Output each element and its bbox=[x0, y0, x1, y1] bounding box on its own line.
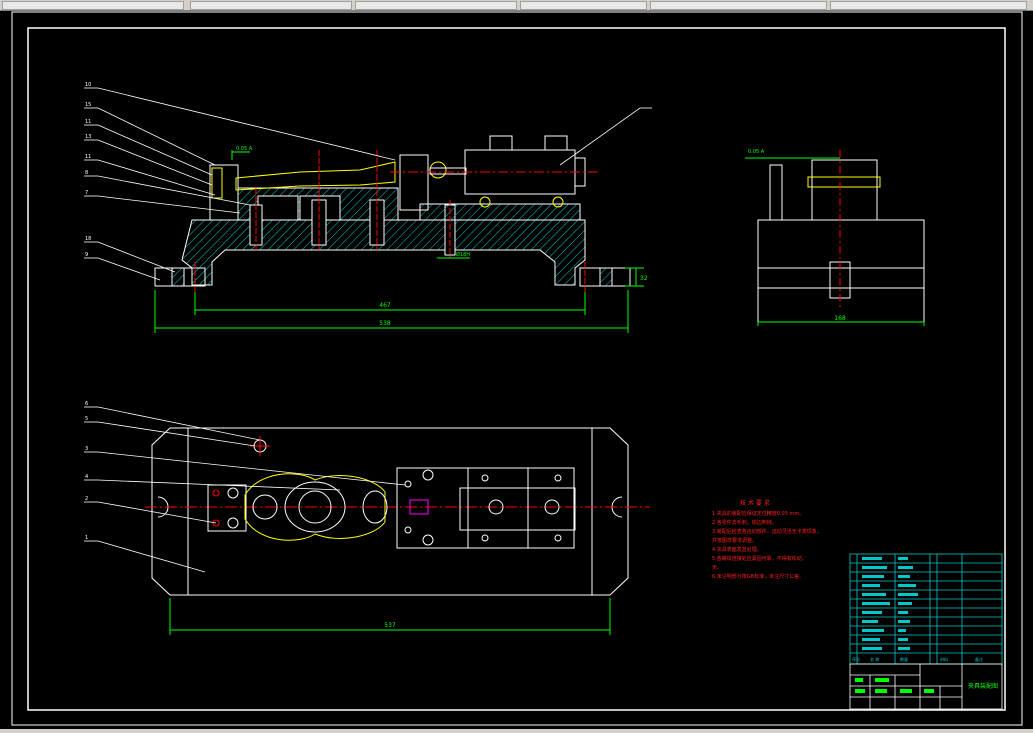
top-dim-overall-text: 537 bbox=[384, 622, 396, 629]
svg-text:8: 8 bbox=[85, 170, 88, 176]
svg-text:数量: 数量 bbox=[900, 656, 908, 662]
svg-text:7: 7 bbox=[85, 190, 88, 196]
top-base-outline bbox=[151, 427, 629, 596]
top-leaders bbox=[84, 406, 406, 573]
svg-text:序号: 序号 bbox=[852, 656, 860, 662]
top-view[interactable]: 537 6 5 3 4 2 1 bbox=[84, 401, 650, 635]
side-dim-width-text: 168 bbox=[834, 315, 846, 322]
toolbar-tab-5[interactable] bbox=[650, 1, 827, 10]
dim-height-text: 32 bbox=[640, 275, 648, 282]
tech-req-line: 并按图样要求调整。 bbox=[712, 537, 757, 544]
tech-req-line: 2.各零件去毛刺，锐边倒钝。 bbox=[712, 519, 777, 526]
svg-text:5: 5 bbox=[85, 416, 88, 422]
parts-list-header: 序号 名 称 数量 材料 备注 bbox=[852, 656, 983, 662]
svg-text:4: 4 bbox=[85, 474, 88, 480]
tech-req-line: 无。 bbox=[712, 565, 722, 571]
svg-text:9: 9 bbox=[85, 252, 88, 258]
svg-text:备注: 备注 bbox=[975, 656, 983, 662]
workpiece-connecting-rod bbox=[235, 161, 396, 191]
drawing-name: 夹具装配图 bbox=[968, 682, 998, 690]
tech-req-line: 5.各螺纹连接处应紧固可靠，不得有松动， bbox=[712, 555, 807, 562]
svg-text:材料: 材料 bbox=[940, 656, 948, 662]
svg-text:15: 15 bbox=[85, 102, 91, 108]
tech-req-line: 1.夹具的装配应保证定位精度0.05 mm。 bbox=[712, 510, 804, 517]
toolbar-tab-3[interactable] bbox=[355, 1, 517, 10]
status-bar bbox=[0, 729, 1033, 733]
title-block-fills bbox=[855, 678, 934, 693]
tech-requirements: 技 术 要 求 1.夹具的装配应保证定位精度0.05 mm。 2.各零件去毛刺，… bbox=[712, 499, 822, 580]
svg-text:3: 3 bbox=[85, 446, 88, 452]
toolbar-tab-6[interactable] bbox=[830, 1, 1027, 10]
svg-text:6: 6 bbox=[85, 401, 88, 407]
top-cylinder-mount bbox=[396, 467, 575, 549]
toolbar-tab-2[interactable] bbox=[190, 1, 352, 10]
tech-req-line: 4.夹具表面发蓝处理。 bbox=[712, 546, 762, 553]
front-view[interactable]: 467 538 32 0.05 A Ø18H 10 15 11 13 11 8 … bbox=[84, 82, 652, 333]
svg-text:10: 10 bbox=[85, 82, 91, 88]
cad-drawing-canvas[interactable]: 467 538 32 0.05 A Ø18H 10 15 11 13 11 8 … bbox=[0, 10, 1033, 729]
svg-text:13: 13 bbox=[85, 134, 91, 140]
dim-inner-text: 467 bbox=[379, 302, 391, 309]
parts-list-fills bbox=[862, 557, 918, 650]
front-note-bottom: Ø18H bbox=[456, 251, 470, 258]
svg-text:1: 1 bbox=[85, 535, 88, 541]
svg-text:名 称: 名 称 bbox=[870, 656, 879, 662]
svg-text:18: 18 bbox=[85, 236, 91, 242]
svg-text:2: 2 bbox=[85, 496, 88, 502]
svg-text:11: 11 bbox=[85, 154, 91, 160]
side-view[interactable]: 168 0.05 A bbox=[745, 149, 925, 326]
tech-req-line: 6.未注明部分按GB标准，未注尺寸公差。 bbox=[712, 573, 804, 580]
dim-overall-text: 538 bbox=[379, 320, 391, 327]
left-support-block bbox=[209, 164, 239, 221]
sheet-outer-border bbox=[11, 11, 1023, 726]
toolbar-tab-4[interactable] bbox=[520, 1, 647, 10]
svg-text:11: 11 bbox=[85, 119, 91, 125]
side-note-top: 0.05 A bbox=[748, 149, 765, 155]
tech-req-line: 3.装配后检查各运动部件，运动灵活无卡滞现象， bbox=[712, 528, 822, 535]
side-base bbox=[757, 219, 925, 323]
toolbar-tab-1[interactable] bbox=[2, 1, 184, 10]
front-note-top: 0.05 A bbox=[236, 146, 253, 152]
tech-req-title: 技 术 要 求 bbox=[740, 499, 770, 507]
